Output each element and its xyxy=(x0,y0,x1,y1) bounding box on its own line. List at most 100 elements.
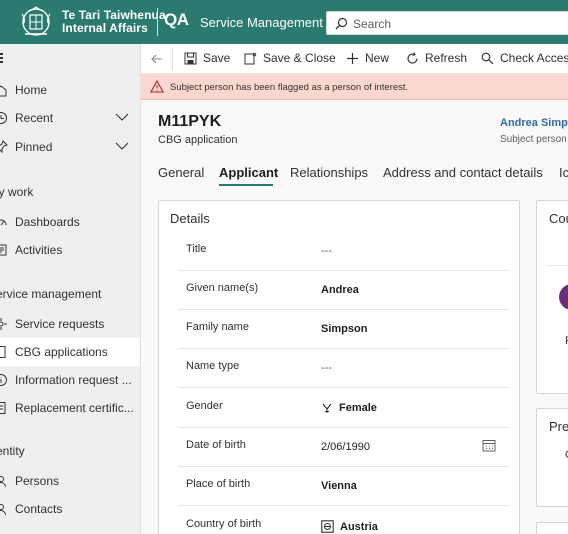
dashboard-icon xyxy=(0,219,7,226)
new-button[interactable]: New xyxy=(346,51,389,65)
sidebar-item-label: Contacts xyxy=(15,502,63,516)
field-value-input[interactable]: Andrea xyxy=(321,284,359,296)
section-service-management: ervice management xyxy=(0,287,102,301)
tab-selected-underline xyxy=(219,184,273,186)
field-place-of-birth: Place of birth Vienna xyxy=(178,467,509,506)
home-icon xyxy=(0,85,7,97)
refresh-icon xyxy=(407,51,418,64)
crest-logo-icon xyxy=(21,6,51,36)
right-card-1-title: Cou xyxy=(549,211,568,226)
right-card-2: Pre C xyxy=(536,408,568,507)
avatar xyxy=(559,284,568,310)
document-icon xyxy=(0,346,6,358)
chevron-down-icon[interactable] xyxy=(115,112,129,122)
info-icon xyxy=(0,374,7,386)
field-label: Place of birth xyxy=(186,478,251,490)
tab-identity[interactable]: Ic xyxy=(559,165,568,180)
tab-general[interactable]: General xyxy=(158,165,204,180)
subject-person-link[interactable]: Andrea Simps xyxy=(500,117,568,129)
sidebar-item-dashboards[interactable]: Dashboards xyxy=(0,208,140,236)
record-subtitle: CBG application xyxy=(158,134,238,146)
new-label: New xyxy=(365,51,390,65)
sidebar-item-information-request[interactable]: Information request ... xyxy=(0,366,140,394)
topbar-divider xyxy=(157,8,158,36)
gender-select[interactable]: Female xyxy=(321,402,377,414)
field-value-input[interactable]: Simpson xyxy=(321,323,367,335)
field-label: Gender xyxy=(186,400,223,412)
date-of-birth-input[interactable]: 2/06/1990 xyxy=(321,441,370,453)
field-label: Title xyxy=(186,243,207,255)
calendar-icon[interactable] xyxy=(482,439,496,452)
sidebar-item-label: Pinned xyxy=(15,140,53,154)
sidebar-item-activities[interactable]: Activities xyxy=(0,236,140,264)
search-box[interactable]: Search xyxy=(326,11,568,35)
activities-icon xyxy=(0,244,7,256)
field-value-input[interactable]: --- xyxy=(321,362,332,374)
sidebar-item-persons[interactable]: Persons xyxy=(0,467,140,495)
sidebar-item-label: Information request ... xyxy=(15,373,132,387)
sidebar-item-home[interactable]: Home xyxy=(0,76,140,104)
field-label: Country of birth xyxy=(186,518,262,530)
check-access-button[interactable]: Check Access xyxy=(481,51,568,65)
org-line2: Internal Affairs xyxy=(62,21,148,35)
field-label: Name type xyxy=(186,360,240,372)
tab-address-contact[interactable]: Address and contact details xyxy=(383,165,543,180)
sidebar-item-pinned[interactable]: Pinned xyxy=(0,133,140,161)
save-close-icon xyxy=(244,52,257,64)
field-country-of-birth: Country of birth Austria xyxy=(178,507,509,534)
save-button[interactable]: Save xyxy=(184,51,230,65)
service-request-icon xyxy=(0,318,7,330)
tab-applicant[interactable]: Applicant xyxy=(219,165,278,180)
org-name: Te Tari Taiwhenua Internal Affairs xyxy=(62,9,166,35)
field-title: Title --- xyxy=(178,232,509,271)
command-divider xyxy=(172,48,173,70)
search-icon xyxy=(335,17,348,30)
tab-relationships[interactable]: Relationships xyxy=(290,165,368,180)
field-family-name: Family name Simpson xyxy=(178,310,509,349)
field-label: Given name(s) xyxy=(186,282,259,294)
sidebar-item-label: CBG applications xyxy=(15,345,108,359)
female-gender-icon xyxy=(322,403,332,413)
magnifier-person-icon xyxy=(481,52,494,64)
sidebar-item-replacement-certificate[interactable]: Replacement certific... xyxy=(0,394,140,422)
section-my-work: ly work xyxy=(0,185,34,199)
field-given-names: Given name(s) Andrea xyxy=(178,271,509,310)
field-label: Family name xyxy=(186,321,249,333)
gender-value: Female xyxy=(339,402,377,414)
chevron-down-icon[interactable] xyxy=(115,141,129,151)
sidebar: Home Recent Pinned ly work Dashboards Ac… xyxy=(0,44,141,534)
env-badge: QA xyxy=(164,10,189,29)
right-card-3 xyxy=(536,522,568,534)
warning-banner: Subject person has been flagged as a per… xyxy=(141,74,568,100)
plus-icon xyxy=(347,52,358,64)
refresh-button[interactable]: Refresh xyxy=(406,51,467,65)
sidebar-item-service-requests[interactable]: Service requests xyxy=(0,310,140,338)
sidebar-item-label: Persons xyxy=(15,474,60,488)
country-record-icon xyxy=(321,520,334,533)
app-name[interactable]: Service Management xyxy=(200,15,323,30)
clock-icon xyxy=(0,112,7,124)
sidebar-item-label: Replacement certific... xyxy=(15,401,134,415)
warning-message: Subject person has been flagged as a per… xyxy=(170,82,409,93)
right-card-2-title: Pre xyxy=(549,419,568,434)
save-close-button[interactable]: Save & Close xyxy=(244,51,336,65)
field-value-input[interactable]: --- xyxy=(321,245,332,257)
refresh-label: Refresh xyxy=(425,51,468,65)
sidebar-item-recent[interactable]: Recent xyxy=(0,104,140,132)
country-lookup[interactable]: Austria xyxy=(321,520,378,533)
save-label: Save xyxy=(203,51,231,65)
hamburger-menu-icon[interactable] xyxy=(0,53,8,65)
field-gender: Gender Female xyxy=(178,389,509,428)
right-card-1: Cou F xyxy=(536,200,568,394)
sidebar-item-label: Dashboards xyxy=(15,215,80,229)
sidebar-item-cbg-applications[interactable]: CBG applications xyxy=(0,338,140,366)
sidebar-item-label: Home xyxy=(15,83,48,97)
sidebar-item-label: Activities xyxy=(15,243,63,257)
sidebar-item-contacts[interactable]: Contacts xyxy=(0,495,140,523)
back-arrow-icon[interactable] xyxy=(151,54,163,64)
contact-icon xyxy=(0,504,6,516)
sidebar-item-label: Recent xyxy=(15,111,54,125)
field-value-input[interactable]: Vienna xyxy=(321,480,357,492)
field-name-type: Name type --- xyxy=(178,349,509,388)
record-title: M11PYK xyxy=(158,113,222,130)
